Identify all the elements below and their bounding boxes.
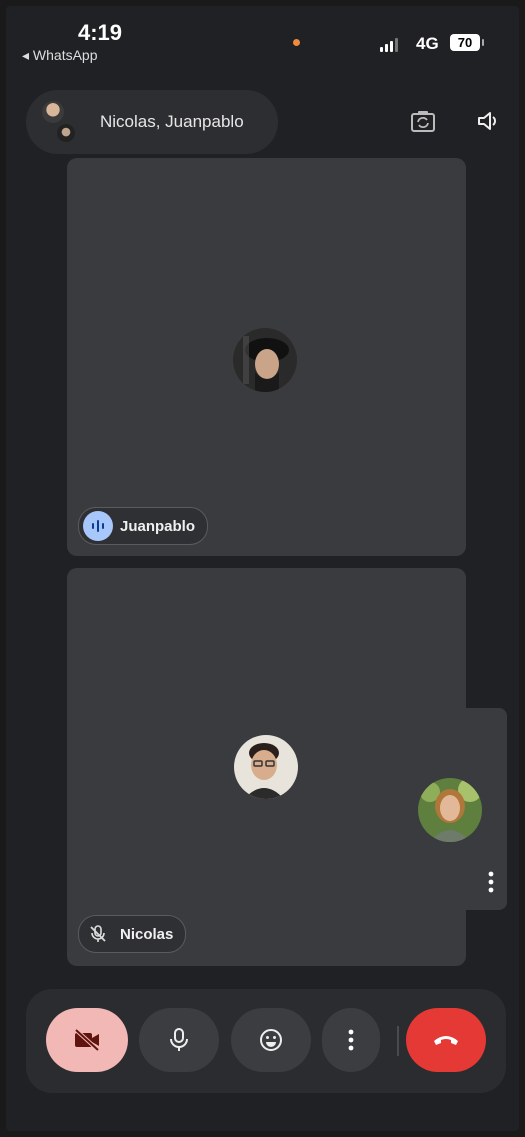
more-vertical-icon[interactable] [488, 871, 494, 898]
switch-camera-icon[interactable] [408, 106, 438, 136]
self-view-tile[interactable] [394, 708, 507, 910]
more-options-button[interactable] [322, 1008, 380, 1072]
hang-up-icon [434, 1036, 458, 1045]
participant-tile[interactable]: Juanpablo [67, 158, 466, 556]
participant-avatar [233, 328, 297, 392]
reactions-button[interactable] [231, 1008, 311, 1072]
call-title: Nicolas, Juanpablo [100, 112, 244, 131]
controls-divider [397, 1026, 399, 1056]
self-avatar [418, 778, 482, 842]
call-screen: 4:19 ◂ WhatsApp 4G 70 Nicolas, Juanpablo [6, 6, 519, 1131]
speaker-icon[interactable] [474, 106, 504, 136]
more-vertical-icon [348, 1029, 354, 1051]
network-type: 4G [416, 34, 439, 53]
camera-toggle-button[interactable] [46, 1008, 128, 1072]
signal-icon [380, 36, 398, 52]
mic-icon [170, 1028, 188, 1051]
end-call-button[interactable] [406, 1008, 486, 1072]
battery-level: 70 [450, 34, 484, 51]
participant-avatar [234, 735, 298, 799]
status-time: 4:19 [78, 20, 123, 45]
avatar [40, 99, 66, 125]
mute-button[interactable] [139, 1008, 219, 1072]
camera-off-icon [74, 1028, 100, 1052]
call-header[interactable]: Nicolas, Juanpablo [26, 90, 278, 154]
back-to-app-link[interactable]: ◂ WhatsApp [22, 47, 98, 64]
privacy-indicator-dot [293, 39, 300, 46]
participant-name: Nicolas [120, 925, 174, 943]
mic-off-icon [83, 919, 113, 949]
smiley-icon [260, 1029, 282, 1051]
audio-waveform-icon [83, 511, 113, 541]
call-controls-bar [26, 989, 506, 1093]
participant-name: Juanpablo [120, 517, 196, 535]
participant-name-chip: Juanpablo [78, 507, 209, 545]
avatar [55, 122, 77, 144]
participant-name-chip: Nicolas [78, 915, 187, 953]
